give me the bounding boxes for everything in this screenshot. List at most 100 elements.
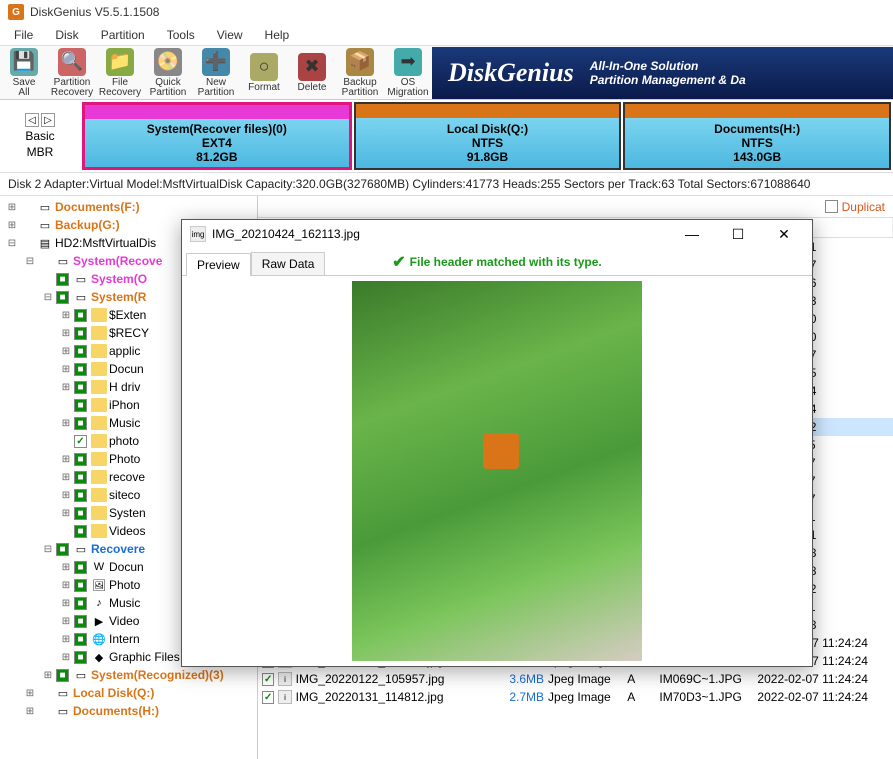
tree-checkbox[interactable]: ■ — [74, 615, 87, 628]
tool-backup-partition[interactable]: 📦BackupPartition — [336, 47, 384, 99]
tree-expander[interactable]: ⊞ — [24, 706, 36, 717]
tree-expander[interactable]: ⊞ — [60, 364, 72, 375]
tree-checkbox[interactable]: ■ — [74, 651, 87, 664]
tree-node[interactable]: ⊞▭Local Disk(Q:) — [2, 684, 255, 702]
tab-preview[interactable]: Preview — [186, 253, 251, 276]
tree-icon — [91, 452, 107, 466]
tree-checkbox[interactable]: ■ — [74, 363, 87, 376]
tool-file-recovery[interactable]: 📁FileRecovery — [96, 47, 144, 99]
partition-fs: NTFS — [356, 136, 620, 150]
tree-checkbox[interactable]: ■ — [56, 669, 69, 682]
cell-name: IMG_20220122_105957.jpg — [296, 672, 484, 686]
tree-expander[interactable]: ⊞ — [60, 328, 72, 339]
duplicate-filter[interactable]: Duplicat — [817, 200, 893, 214]
tool-label: QuickPartition — [150, 78, 187, 98]
tree-node[interactable]: ⊞▭Documents(F:) — [2, 198, 255, 216]
tree-checkbox[interactable]: ■ — [56, 273, 69, 286]
tab-raw-data[interactable]: Raw Data — [251, 252, 326, 275]
tree-expander[interactable]: ⊞ — [6, 220, 18, 231]
tree-checkbox[interactable]: ■ — [74, 507, 87, 520]
tree-expander[interactable]: ⊞ — [60, 562, 72, 573]
tree-expander[interactable]: ⊟ — [42, 544, 54, 555]
file-row[interactable]: iIMG_20220131_114812.jpg2.7MBJpeg ImageA… — [258, 688, 893, 706]
tree-node[interactable]: ⊞■▭System(Recognized)(3) — [2, 666, 255, 684]
tool-new-partition[interactable]: ➕NewPartition — [192, 47, 240, 99]
menu-file[interactable]: File — [4, 26, 43, 44]
partition-block[interactable]: Documents(H:)NTFS143.0GB — [623, 102, 891, 170]
tree-expander[interactable]: ⊞ — [60, 508, 72, 519]
partition-color-bar — [625, 104, 889, 118]
preview-tabs: Preview Raw Data ✔ File header matched w… — [182, 248, 812, 276]
tool-partition-recovery[interactable]: 🔍PartitionRecovery — [48, 47, 96, 99]
tree-icon: ▭ — [37, 218, 53, 232]
preview-titlebar[interactable]: img IMG_20210424_162113.jpg — ☐ ✕ — [182, 220, 812, 248]
preview-file-icon: img — [190, 226, 206, 242]
maximize-button[interactable]: ☐ — [718, 220, 758, 248]
tree-expander[interactable]: ⊞ — [60, 616, 72, 627]
tree-checkbox[interactable]: ■ — [74, 525, 87, 538]
disk-map-nav: ◁ ▷ Basic MBR — [0, 100, 80, 172]
tool-save-all[interactable]: 💾SaveAll — [0, 47, 48, 99]
tree-checkbox[interactable]: ■ — [74, 381, 87, 394]
preview-window[interactable]: img IMG_20210424_162113.jpg — ☐ ✕ Previe… — [181, 219, 813, 667]
tree-expander[interactable]: ⊟ — [6, 238, 18, 249]
tree-checkbox[interactable]: ■ — [74, 597, 87, 610]
tree-checkbox[interactable]: ■ — [74, 579, 87, 592]
tool-delete[interactable]: ✖Delete — [288, 47, 336, 99]
tree-icon — [91, 434, 107, 448]
tree-expander[interactable]: ⊞ — [60, 634, 72, 645]
tree-expander[interactable]: ⊞ — [24, 688, 36, 699]
menu-disk[interactable]: Disk — [45, 26, 88, 44]
tree-expander[interactable]: ⊞ — [60, 652, 72, 663]
prev-disk-button[interactable]: ◁ — [25, 113, 39, 127]
tree-expander[interactable]: ⊞ — [60, 418, 72, 429]
next-disk-button[interactable]: ▷ — [41, 113, 55, 127]
tree-checkbox[interactable]: ■ — [74, 561, 87, 574]
tree-label: Video — [109, 614, 139, 628]
tree-checkbox[interactable]: ■ — [74, 327, 87, 340]
tree-expander[interactable]: ⊞ — [60, 310, 72, 321]
tool-format[interactable]: ○Format — [240, 47, 288, 99]
tree-expander[interactable]: ⊞ — [60, 346, 72, 357]
menu-help[interactable]: Help — [255, 26, 300, 44]
tree-checkbox[interactable]: ■ — [74, 471, 87, 484]
tree-expander[interactable]: ⊟ — [42, 292, 54, 303]
tree-checkbox[interactable] — [74, 435, 87, 448]
tree-checkbox[interactable]: ■ — [74, 453, 87, 466]
tool-os-migration[interactable]: ➡OSMigration — [384, 47, 432, 99]
file-row[interactable]: iIMG_20220122_105957.jpg3.6MBJpeg ImageA… — [258, 670, 893, 688]
tree-checkbox[interactable]: ■ — [74, 633, 87, 646]
row-checkbox[interactable] — [262, 673, 274, 686]
tree-icon: ▭ — [73, 290, 89, 304]
tree-expander[interactable]: ⊞ — [60, 454, 72, 465]
tree-expander[interactable]: ⊞ — [60, 382, 72, 393]
tree-checkbox[interactable]: ■ — [74, 345, 87, 358]
tree-expander[interactable]: ⊞ — [60, 490, 72, 501]
tree-checkbox[interactable]: ■ — [56, 543, 69, 556]
tree-checkbox[interactable]: ■ — [74, 399, 87, 412]
minimize-button[interactable]: — — [672, 220, 712, 248]
menu-partition[interactable]: Partition — [91, 26, 155, 44]
partition-block[interactable]: Local Disk(Q:)NTFS91.8GB — [354, 102, 622, 170]
tree-expander[interactable]: ⊞ — [42, 670, 54, 681]
tree-checkbox[interactable]: ■ — [74, 309, 87, 322]
close-button[interactable]: ✕ — [764, 220, 804, 248]
partition-block[interactable]: System(Recover files)(0)EXT481.2GB — [82, 102, 352, 170]
partition-size: 91.8GB — [356, 150, 620, 164]
tree-node[interactable]: ⊞▭Documents(H:) — [2, 702, 255, 720]
row-checkbox[interactable] — [262, 691, 274, 704]
tree-expander[interactable]: ⊞ — [60, 472, 72, 483]
menu-tools[interactable]: Tools — [157, 26, 205, 44]
tree-checkbox[interactable]: ■ — [74, 489, 87, 502]
tree-expander[interactable]: ⊞ — [60, 598, 72, 609]
tree-expander[interactable]: ⊞ — [60, 580, 72, 591]
banner-line1: All-In-One Solution — [590, 59, 746, 73]
duplicate-checkbox[interactable] — [825, 200, 838, 213]
tool-quick-partition[interactable]: 📀QuickPartition — [144, 47, 192, 99]
tree-expander[interactable]: ⊞ — [6, 202, 18, 213]
tree-checkbox[interactable]: ■ — [74, 417, 87, 430]
menu-view[interactable]: View — [207, 26, 253, 44]
tree-expander[interactable]: ⊟ — [24, 256, 36, 267]
preview-image — [352, 281, 642, 661]
tree-checkbox[interactable]: ■ — [56, 291, 69, 304]
